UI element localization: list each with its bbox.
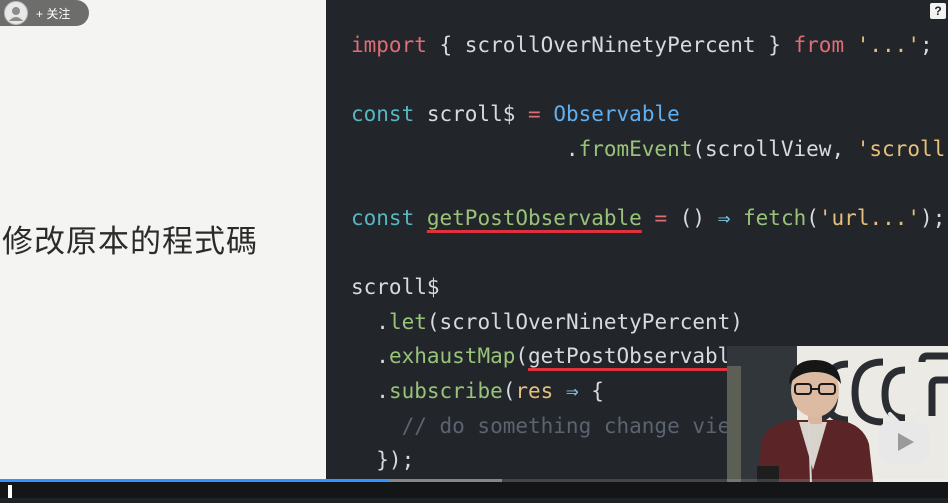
code-token-comment: // do something change view	[351, 413, 743, 438]
help-icon[interactable]: ?	[930, 3, 946, 19]
code-token-const: const	[351, 102, 415, 127]
code-line-from-event: .fromEvent(scrollView, 'scroll')	[351, 132, 948, 167]
code-line-import: import { scrollOverNinetyPercent } from …	[351, 28, 948, 63]
code-token: );	[920, 205, 946, 230]
code-token-observable: Observable	[553, 102, 680, 127]
code-token-let: let	[388, 309, 427, 334]
code-token: (	[806, 205, 819, 230]
code-token-string: '...'	[856, 33, 920, 57]
code-token-exhaustmap: exhaustMap	[388, 344, 516, 369]
bilibili-play-icon[interactable]	[876, 411, 932, 465]
code-token: ()	[667, 205, 718, 230]
code-token: .	[351, 378, 389, 403]
code-token-const: const	[351, 205, 415, 230]
code-token-subscribe: subscribe	[388, 378, 503, 403]
code-token: .	[351, 344, 389, 369]
code-line-let: .let(scrollOverNinetyPercent)	[351, 305, 948, 340]
code-token: });	[351, 448, 415, 473]
code-token: scroll$	[414, 102, 529, 127]
player-control-bar	[0, 482, 948, 498]
code-token: (scrollOverNinetyPercent)	[426, 309, 743, 334]
follow-label: + 关注	[36, 5, 70, 22]
follow-button[interactable]: + 关注	[0, 0, 89, 26]
code-line-const-getpost: const getPostObservable = () ⇒ fetch('ur…	[351, 201, 948, 236]
code-token-string: 'url...'	[818, 205, 921, 230]
play-pause-icon[interactable]	[6, 483, 20, 498]
code-token-fetch: fetch	[743, 205, 807, 230]
code-token-equals: =	[528, 102, 541, 127]
code-token: scroll$	[351, 275, 440, 300]
code-line-const-scroll: const scroll$ = Observable	[351, 97, 948, 132]
slide-left-panel: 修改原本的程式碼	[0, 0, 326, 498]
avatar-icon	[4, 1, 28, 25]
code-token: {	[578, 378, 604, 403]
code-token: .	[351, 309, 389, 334]
code-token-from: from	[793, 33, 845, 57]
code-token-arrow: ⇒	[565, 378, 579, 403]
code-token: (scrollView,	[692, 136, 857, 161]
code-token-string: 'scroll'	[856, 136, 948, 161]
code-token: (	[502, 378, 516, 403]
code-token-import: import	[351, 33, 427, 57]
code-token: { scrollOverNinetyPercent }	[426, 33, 794, 57]
follow-text: 关注	[46, 6, 71, 21]
code-token-getpostobservable-underlined: getPostObservable	[426, 205, 642, 230]
code-token-fromevent: fromEvent	[578, 136, 693, 161]
slide-title: 修改原本的程式碼	[2, 224, 258, 260]
plus-icon: +	[36, 6, 44, 21]
code-token: (	[515, 344, 529, 369]
code-token-equals: =	[654, 205, 668, 230]
code-token: ;	[919, 33, 933, 57]
code-line-scroll: scroll$	[351, 270, 948, 305]
code-token-arrow: ⇒	[717, 205, 731, 230]
code-token-getpostobservable-underlined: getPostObservable	[528, 344, 743, 369]
code-token-res: res	[515, 378, 554, 403]
code-token: .	[351, 136, 579, 161]
